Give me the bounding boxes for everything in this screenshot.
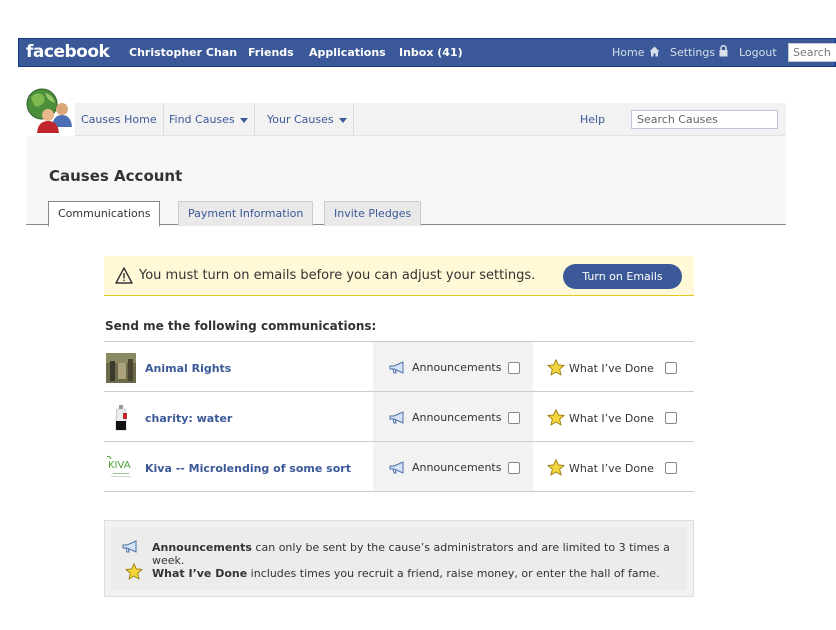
settings-link[interactable]: Settings xyxy=(670,46,715,59)
causes-logo-icon[interactable] xyxy=(25,87,75,135)
search-causes-input[interactable]: Search Causes xyxy=(631,110,778,129)
tab-communications[interactable]: Communications xyxy=(48,201,161,227)
tab-payment-information[interactable]: Payment Information xyxy=(178,201,314,226)
kiva-thumbnail[interactable]: KIVA xyxy=(106,453,136,483)
nav-profile-link[interactable]: Christopher Chan xyxy=(129,46,237,59)
page-title: Causes Account xyxy=(49,167,183,185)
find-causes-label: Find Causes xyxy=(169,113,235,126)
chevron-down-icon xyxy=(239,117,248,123)
warning-text: You must turn on emails before you can a… xyxy=(139,268,536,283)
info-box: Announcements can only be sent by the ca… xyxy=(104,520,694,597)
animal-rights-thumbnail[interactable] xyxy=(106,353,136,383)
announcements-label: Announcements xyxy=(412,461,502,474)
home-link[interactable]: Home xyxy=(612,46,644,59)
section-title: Send me the following communications: xyxy=(105,319,377,333)
what-ive-done-label: What I’ve Done xyxy=(569,412,654,425)
table-row: Animal Rights Announcements What I’ve Do… xyxy=(104,342,694,392)
what-ive-done-checkbox[interactable] xyxy=(665,462,677,474)
help-link[interactable]: Help xyxy=(580,103,605,136)
your-causes-label: Your Causes xyxy=(267,113,334,126)
what-ive-done-checkbox[interactable] xyxy=(665,412,677,424)
cause-link[interactable]: Kiva -- Microlending of some sort xyxy=(145,462,351,475)
your-causes-menu[interactable]: Your Causes xyxy=(261,103,354,136)
megaphone-icon xyxy=(389,361,404,374)
announcements-label: Announcements xyxy=(412,411,502,424)
nav-inbox-link[interactable]: Inbox (41) xyxy=(399,46,463,59)
home-icon xyxy=(649,46,660,57)
communications-table: Animal Rights Announcements What I’ve Do… xyxy=(104,341,694,492)
chevron-down-icon xyxy=(338,117,347,123)
star-icon xyxy=(547,359,565,376)
megaphone-icon xyxy=(389,411,404,424)
cause-link[interactable]: Animal Rights xyxy=(145,362,231,375)
announcements-checkbox[interactable] xyxy=(508,362,520,374)
what-ive-done-info-text: What I’ve Done includes times you recrui… xyxy=(152,567,660,580)
causes-home-link[interactable]: Causes Home xyxy=(75,103,164,136)
turn-on-emails-button[interactable]: Turn on Emails xyxy=(563,264,682,289)
facebook-logo[interactable]: facebook xyxy=(26,42,110,62)
nav-friends-link[interactable]: Friends xyxy=(248,46,294,59)
star-icon xyxy=(547,409,565,426)
tab-invite-pledges[interactable]: Invite Pledges xyxy=(324,201,422,226)
what-ive-done-checkbox[interactable] xyxy=(665,362,677,374)
star-icon xyxy=(125,563,143,580)
megaphone-icon xyxy=(122,540,137,553)
kiva-logo-text: KIVA xyxy=(108,460,131,471)
cause-link[interactable]: charity: water xyxy=(145,412,232,425)
announcements-checkbox[interactable] xyxy=(508,412,520,424)
announcements-checkbox[interactable] xyxy=(508,462,520,474)
nav-applications-link[interactable]: Applications xyxy=(309,46,386,59)
announcements-info-text: Announcements can only be sent by the ca… xyxy=(152,541,670,567)
facebook-search-input[interactable]: Search xyxy=(788,43,836,62)
find-causes-menu[interactable]: Find Causes xyxy=(163,103,255,136)
announcements-label: Announcements xyxy=(412,361,502,374)
warning-banner: You must turn on emails before you can a… xyxy=(104,256,694,296)
causes-nav-bar: Causes Home Find Causes Your Causes Help… xyxy=(75,103,786,136)
lock-icon xyxy=(719,45,728,57)
charity-water-thumbnail[interactable] xyxy=(106,403,136,433)
logout-link[interactable]: Logout xyxy=(739,46,777,59)
warning-icon xyxy=(115,267,133,284)
what-ive-done-label: What I’ve Done xyxy=(569,462,654,475)
table-row: KIVA Kiva -- Microlending of some sort A… xyxy=(104,442,694,492)
star-icon xyxy=(547,459,565,476)
facebook-top-bar: facebook Christopher Chan Friends Applic… xyxy=(18,38,836,67)
table-row: charity: water Announcements What I’ve D… xyxy=(104,392,694,442)
megaphone-icon xyxy=(389,461,404,474)
what-ive-done-label: What I’ve Done xyxy=(569,362,654,375)
